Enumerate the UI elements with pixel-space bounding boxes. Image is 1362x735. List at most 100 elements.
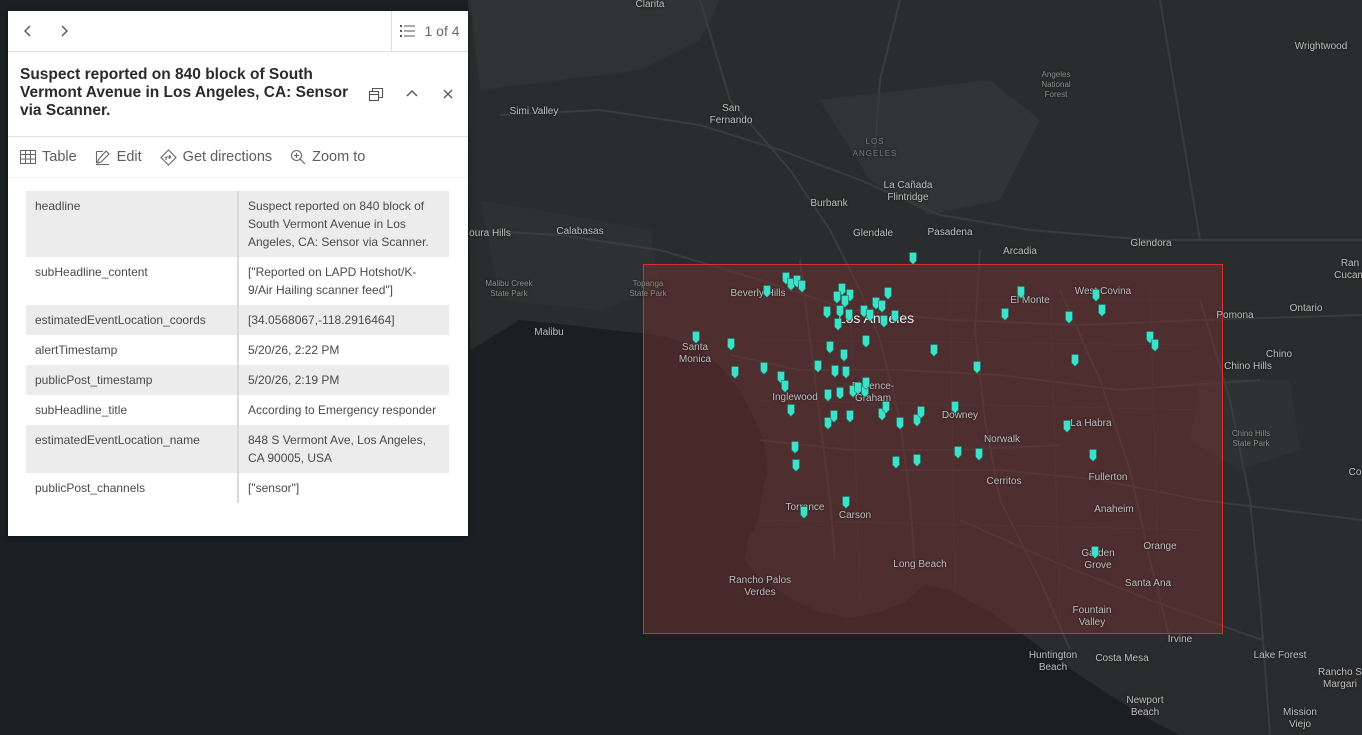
- place-label-pasadena: Pasadena: [927, 227, 973, 238]
- incident-marker[interactable]: [845, 309, 854, 322]
- incident-marker[interactable]: [862, 377, 871, 390]
- attribute-value: ["sensor"]: [248, 481, 300, 495]
- place-label-west-covina: West Covina: [1074, 286, 1132, 297]
- place-label-costa-mesa: Costa Mesa: [1095, 653, 1149, 664]
- incident-marker[interactable]: [823, 306, 832, 319]
- incident-marker[interactable]: [787, 404, 796, 417]
- place-label-long-beach: Long Beach: [893, 559, 947, 570]
- incident-marker[interactable]: [781, 380, 790, 393]
- incident-marker[interactable]: [892, 456, 901, 469]
- place-label-chino-hills-sp: Chino Hills State Park: [1231, 429, 1271, 448]
- feature-list-button[interactable]: 1 of 4: [391, 11, 468, 51]
- incident-marker[interactable]: [842, 366, 851, 379]
- incident-marker[interactable]: [830, 410, 839, 423]
- incident-marker[interactable]: [836, 387, 845, 400]
- incident-marker[interactable]: [878, 300, 887, 313]
- place-label-arcadia: Arcadia: [1003, 246, 1037, 257]
- attribute-value: Suspect reported on 840 block of South V…: [238, 191, 449, 257]
- place-label-orange: Orange: [1143, 541, 1177, 552]
- attribute-table: headline Suspect reported on 840 block of…: [26, 191, 449, 503]
- incident-marker[interactable]: [862, 335, 871, 348]
- incident-marker[interactable]: [791, 441, 800, 454]
- place-label-newport: Newport Beach: [1126, 695, 1164, 718]
- incident-marker[interactable]: [727, 338, 736, 351]
- incident-marker[interactable]: [866, 309, 875, 322]
- chevron-left-icon: [24, 25, 31, 37]
- previous-feature-button[interactable]: [16, 19, 40, 43]
- incident-marker[interactable]: [1001, 308, 1010, 321]
- incident-marker[interactable]: [798, 280, 807, 293]
- attribute-row: headline Suspect reported on 840 block of…: [26, 191, 449, 257]
- incident-marker[interactable]: [826, 341, 835, 354]
- place-label-pomona: Pomona: [1216, 310, 1254, 321]
- incident-marker[interactable]: [973, 361, 982, 374]
- incident-marker[interactable]: [846, 410, 855, 423]
- place-label-la-canada: La Cañada Flintridge: [883, 180, 933, 203]
- incident-marker[interactable]: [1098, 304, 1107, 317]
- incident-marker[interactable]: [1151, 339, 1160, 352]
- incident-marker[interactable]: [951, 401, 960, 414]
- incident-marker[interactable]: [800, 506, 809, 519]
- incident-marker[interactable]: [1071, 354, 1080, 367]
- place-label-lake-forest: Lake Forest: [1253, 650, 1307, 661]
- incident-marker[interactable]: [884, 287, 893, 300]
- place-label-carson: Carson: [838, 510, 872, 521]
- next-feature-button[interactable]: [52, 19, 76, 43]
- dock-button[interactable]: [366, 84, 386, 104]
- attribute-value: 5/20/26, 2:22 PM: [248, 343, 340, 357]
- incident-marker[interactable]: [1017, 286, 1026, 299]
- incident-marker[interactable]: [909, 252, 918, 265]
- incident-marker[interactable]: [824, 389, 833, 402]
- incident-marker[interactable]: [1092, 289, 1101, 302]
- table-label: Table: [42, 149, 77, 165]
- incident-marker[interactable]: [840, 349, 849, 362]
- incident-marker[interactable]: [954, 446, 963, 459]
- incident-marker[interactable]: [891, 310, 900, 323]
- incident-marker[interactable]: [854, 382, 863, 395]
- incident-marker[interactable]: [1089, 449, 1098, 462]
- incident-marker[interactable]: [896, 417, 905, 430]
- zoom-in-icon: [291, 149, 306, 165]
- attribute-row: estimatedEventLocation_name 848 S Vermont…: [26, 425, 449, 473]
- incident-marker[interactable]: [1091, 546, 1100, 559]
- incident-marker[interactable]: [1065, 311, 1074, 324]
- incident-marker[interactable]: [1063, 420, 1072, 433]
- incident-marker[interactable]: [792, 459, 801, 472]
- incident-marker[interactable]: [880, 315, 889, 328]
- place-label-downey: Downey: [941, 410, 979, 421]
- attribute-key: alertTimestamp: [26, 335, 239, 365]
- place-label-burbank: Burbank: [810, 198, 848, 209]
- incident-marker[interactable]: [831, 365, 840, 378]
- incident-marker[interactable]: [763, 285, 772, 298]
- incident-marker[interactable]: [842, 496, 851, 509]
- collapse-button[interactable]: [402, 84, 422, 104]
- directions-icon: [159, 148, 177, 166]
- attribute-value: 848 S Vermont Ave, Los Angeles, CA 90005…: [238, 425, 449, 473]
- incident-marker[interactable]: [760, 362, 769, 375]
- incident-marker[interactable]: [930, 344, 939, 357]
- place-label-inglewood: Inglewood: [772, 392, 818, 403]
- directions-label: Get directions: [182, 149, 273, 165]
- place-label-wrightwood: Wrightwood: [1294, 41, 1348, 52]
- place-label-ontario: Ontario: [1289, 303, 1323, 314]
- incident-marker[interactable]: [814, 360, 823, 373]
- place-label-mission-viejo: Mission Viejo: [1283, 707, 1317, 730]
- incident-marker[interactable]: [917, 406, 926, 419]
- close-button[interactable]: [438, 84, 458, 104]
- incident-marker[interactable]: [692, 331, 701, 344]
- incident-marker[interactable]: [834, 318, 843, 331]
- zoom-to-action[interactable]: Zoom to: [290, 149, 365, 165]
- table-action[interactable]: Table: [20, 149, 77, 165]
- directions-action[interactable]: Get directions: [159, 148, 273, 166]
- feature-popup: 1 of 4 Suspect reported on 840 block of …: [8, 11, 468, 536]
- chevron-right-icon: [61, 25, 68, 37]
- edit-action[interactable]: Edit: [95, 149, 142, 165]
- incident-marker[interactable]: [731, 366, 740, 379]
- incident-marker[interactable]: [913, 454, 922, 467]
- pager-text: 1 of 4: [424, 23, 460, 39]
- incident-marker[interactable]: [882, 401, 891, 414]
- attribute-row: publicPost_channels ["sensor"]: [26, 473, 449, 503]
- incident-marker[interactable]: [836, 305, 845, 318]
- dock-icon: [368, 87, 384, 102]
- incident-marker[interactable]: [975, 448, 984, 461]
